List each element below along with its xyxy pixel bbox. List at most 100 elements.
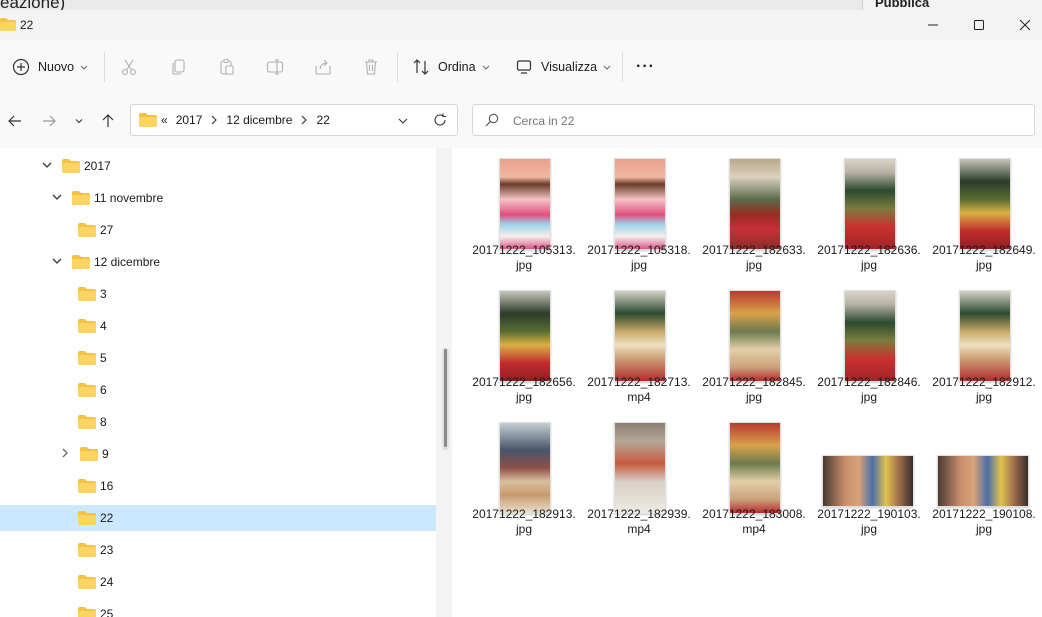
folder-icon [80,447,98,466]
tree-item-label: 25 [100,607,114,617]
chevron-right-icon[interactable] [58,446,72,460]
refresh-icon[interactable] [433,113,447,127]
tree-item[interactable]: 6 [0,377,436,403]
view-button[interactable]: Visualizza [515,40,611,94]
close-button[interactable] [1002,10,1042,40]
arrow-left-icon [8,115,21,127]
tree-item-label: 5 [100,351,107,365]
file-extension: jpg [860,522,877,536]
tree-item[interactable]: 3 [0,281,436,307]
file-thumbnail [614,290,666,382]
background-window-strip: eazione) Pubblica [0,0,1042,10]
file-thumbnail [729,290,781,382]
maximize-icon [974,20,984,30]
search-icon [485,113,499,127]
background-window-panel: Pubblica [862,0,1042,10]
tree-item[interactable]: 4 [0,313,436,339]
tree-item[interactable]: 16 [0,473,436,499]
file-item[interactable]: 20171222_182912. jpg [931,280,1037,404]
tree-item[interactable]: 27 [0,217,436,243]
file-item[interactable]: 20171222_105313. jpg [471,148,577,272]
folder-icon [72,255,90,274]
file-name-base: 20171222_182912. [932,375,1036,389]
maximize-button[interactable] [956,10,1002,40]
search-input[interactable] [511,111,1015,131]
minimize-button[interactable] [910,10,956,40]
breadcrumb-item[interactable]: 22 [316,113,329,127]
tree-item[interactable]: 11 novembre [0,185,436,211]
address-bar[interactable]: « 2017 12 dicembre 22 [130,104,458,136]
file-name: 20171222_182845. jpg [697,375,811,405]
folder-icon [78,415,96,434]
tree-item-label: 22 [100,511,114,525]
tree-item[interactable]: 22 [0,505,436,531]
file-item[interactable]: 20171222_190103. jpg [816,412,922,536]
breadcrumb-item[interactable]: 2017 [176,113,203,127]
folder-icon [78,223,96,242]
file-name: 20171222_105318. jpg [582,243,696,273]
background-window-label: Pubblica [875,0,930,10]
tree-item[interactable]: 5 [0,345,436,371]
paste-button[interactable] [218,40,236,94]
delete-button[interactable] [362,40,380,94]
tree-item[interactable]: 23 [0,537,436,563]
chevron-down-icon [80,65,88,70]
file-item[interactable]: 20171222_182939. mp4 [586,412,692,536]
sort-button[interactable]: Ordina [412,40,490,94]
share-button[interactable] [314,40,332,94]
file-item[interactable]: 20171222_183008. mp4 [701,412,807,536]
file-extension: mp4 [627,522,651,536]
file-item[interactable]: 20171222_182649. jpg [931,148,1037,272]
cut-button[interactable] [120,40,138,94]
forward-button[interactable] [36,108,62,134]
chevron-down-icon[interactable] [50,190,64,204]
address-dropdown-icon[interactable] [397,116,409,126]
back-button[interactable] [2,108,28,134]
file-name: 20171222_182939. mp4 [582,507,696,537]
folder-icon [78,351,96,370]
file-item[interactable]: 20171222_182713. mp4 [586,280,692,404]
tree-item[interactable]: 12 dicembre [0,249,436,275]
file-name-base: 20171222_183008. [702,507,806,521]
tree-item[interactable]: 8 [0,409,436,435]
tree-item[interactable]: 9 [0,441,436,467]
chevron-right-icon[interactable] [210,115,218,125]
tree-item[interactable]: 24 [0,569,436,595]
recent-locations-button[interactable] [66,108,92,134]
file-item[interactable]: 20171222_105318. jpg [586,148,692,272]
file-extension: jpg [860,390,877,404]
file-name: 20171222_182912. jpg [927,375,1041,405]
file-item[interactable]: 20171222_182845. jpg [701,280,807,404]
file-name-base: 20171222_182939. [587,507,691,521]
more-options-button[interactable]: ··· [636,40,655,94]
file-item[interactable]: 20171222_182913. jpg [471,412,577,536]
chevron-down-icon[interactable] [50,254,64,268]
breadcrumb-overflow[interactable]: « [161,113,168,127]
file-item[interactable]: 20171222_182633. jpg [701,148,807,272]
file-item[interactable]: 20171222_182846. jpg [816,280,922,404]
file-name-base: 20171222_182913. [472,507,576,521]
up-button[interactable] [95,108,121,134]
navigation-scrollbar[interactable] [436,148,452,617]
file-name: 20171222_182636. jpg [812,243,926,273]
chevron-down-icon[interactable] [40,158,54,172]
tree-item-label: 6 [100,383,107,397]
chevron-right-icon[interactable] [300,115,308,125]
rename-button[interactable] [266,40,284,94]
file-item[interactable]: 20171222_182636. jpg [816,148,922,272]
thumbnail-container [471,290,577,382]
file-item[interactable]: 20171222_182656. jpg [471,280,577,404]
trash-icon [365,59,377,75]
close-icon [1019,19,1031,31]
thumbnail-container [816,158,922,250]
tree-item[interactable]: 2017 [0,153,436,179]
tree-item[interactable]: 25 [0,601,436,617]
copy-button[interactable] [170,40,188,94]
scrollbar-thumb[interactable] [443,348,448,448]
file-name-base: 20171222_182633. [702,243,806,257]
file-item[interactable]: 20171222_190108. jpg [931,412,1037,536]
thumbnail-container [471,422,577,514]
arrow-up-icon [102,114,114,127]
new-button[interactable]: Nuovo [12,40,88,94]
breadcrumb-item[interactable]: 12 dicembre [226,113,292,127]
